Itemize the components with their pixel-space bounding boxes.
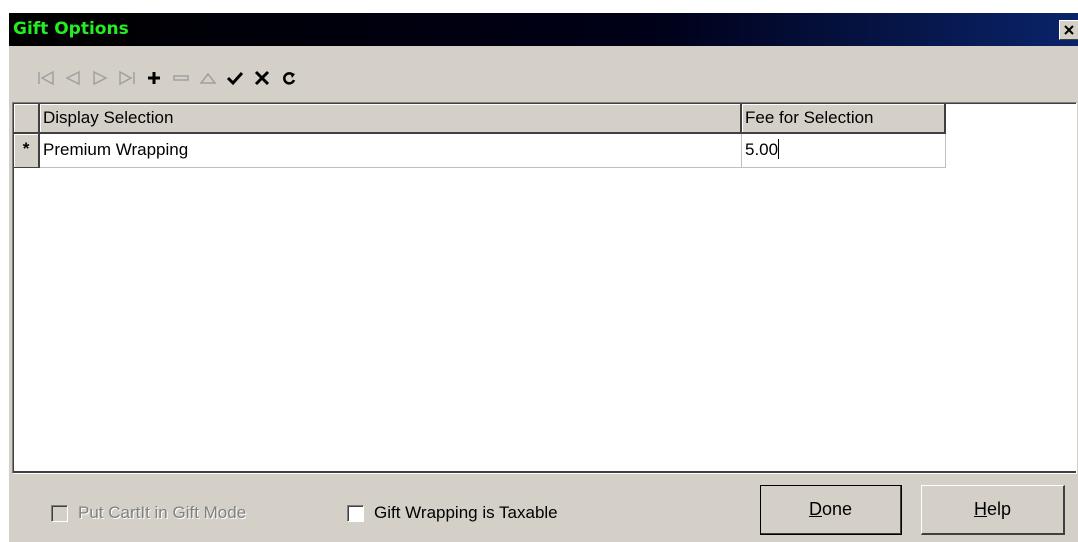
column-header-display-selection[interactable]: Display Selection bbox=[40, 104, 742, 134]
window-title: Gift Options bbox=[13, 19, 129, 39]
gift-mode-label: Put CartIt in Gift Mode bbox=[78, 503, 247, 522]
gift-mode-option[interactable]: Put CartIt in Gift Mode bbox=[51, 501, 246, 525]
next-record-button[interactable] bbox=[87, 65, 113, 91]
gift-options-grid[interactable]: Display Selection Fee for Selection * Pr… bbox=[12, 102, 1077, 474]
post-edit-button[interactable] bbox=[222, 65, 248, 91]
help-label-rest: elp bbox=[986, 499, 1012, 519]
grid-body[interactable]: Display Selection Fee for Selection * Pr… bbox=[13, 103, 1076, 473]
taxable-checkbox[interactable] bbox=[347, 504, 364, 522]
gift-options-window: Gift Options Display Selection Fee for S… bbox=[8, 12, 1078, 542]
taxable-label: Gift Wrapping is Taxable bbox=[374, 503, 558, 522]
cell-display-selection-text: Premium Wrapping bbox=[43, 140, 189, 159]
cancel-edit-button[interactable] bbox=[249, 65, 275, 91]
row-indicator[interactable]: * bbox=[14, 134, 40, 168]
done-label-rest: one bbox=[821, 499, 853, 519]
navigator-toolbar bbox=[33, 64, 303, 92]
done-mnemonic: D bbox=[808, 499, 822, 519]
last-record-button[interactable] bbox=[114, 65, 140, 91]
cell-fee-text: 5.00 bbox=[745, 140, 779, 159]
cell-fee[interactable]: 5.00 bbox=[742, 134, 946, 168]
close-button[interactable] bbox=[1059, 20, 1078, 40]
taxable-option[interactable]: Gift Wrapping is Taxable bbox=[347, 501, 558, 525]
done-button[interactable]: Done bbox=[760, 485, 902, 535]
prior-record-icon bbox=[65, 70, 80, 86]
delete-record-icon bbox=[173, 75, 189, 81]
first-record-button[interactable] bbox=[33, 65, 59, 91]
next-record-icon bbox=[93, 70, 108, 86]
delete-record-button[interactable] bbox=[168, 65, 194, 91]
post-edit-icon bbox=[226, 71, 244, 86]
close-icon bbox=[1064, 25, 1074, 35]
help-button[interactable]: Help bbox=[921, 485, 1065, 535]
gift-mode-checkbox[interactable] bbox=[51, 504, 68, 522]
first-record-icon bbox=[38, 70, 54, 86]
column-header-fee[interactable]: Fee for Selection bbox=[742, 104, 946, 134]
insert-record-icon bbox=[148, 72, 160, 84]
refresh-data-button[interactable] bbox=[276, 65, 302, 91]
help-mnemonic: H bbox=[973, 499, 987, 519]
text-caret bbox=[778, 139, 780, 159]
cell-display-selection[interactable]: Premium Wrapping bbox=[40, 134, 742, 168]
cancel-edit-icon bbox=[254, 70, 270, 86]
edit-record-icon bbox=[199, 72, 217, 84]
last-record-icon bbox=[119, 70, 135, 86]
refresh-data-icon bbox=[283, 72, 296, 85]
edit-record-button[interactable] bbox=[195, 65, 221, 91]
insert-record-button[interactable] bbox=[141, 65, 167, 91]
prior-record-button[interactable] bbox=[60, 65, 86, 91]
title-bar[interactable]: Gift Options bbox=[9, 13, 1078, 46]
grid-corner bbox=[14, 104, 40, 134]
